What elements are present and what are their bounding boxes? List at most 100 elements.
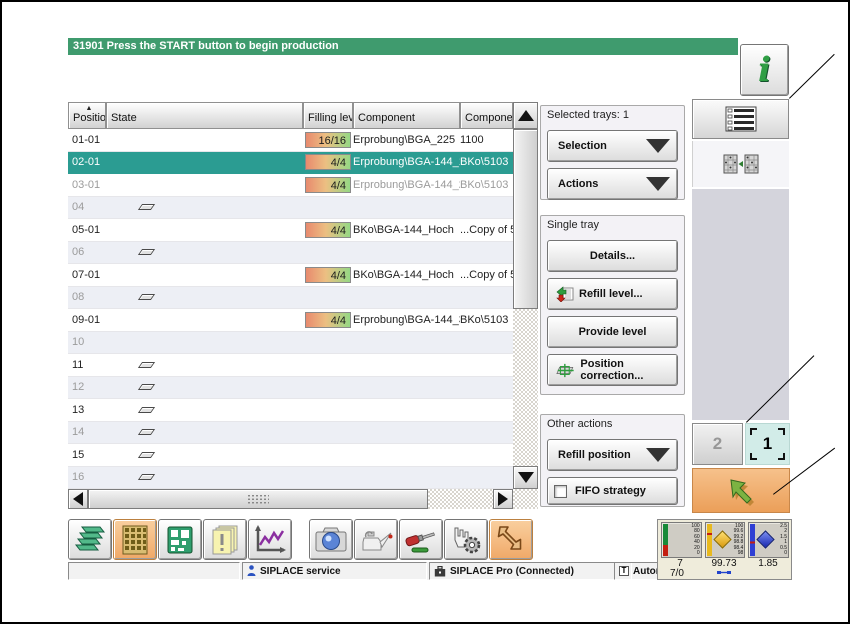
chevron-down-icon [646, 139, 670, 153]
position-correction-button[interactable]: Position correction... [547, 354, 678, 386]
table-row[interactable]: 16 [68, 466, 513, 489]
focus-corner-icon [778, 453, 785, 460]
state-cell [106, 264, 303, 286]
filling-level-badge: 4/4 [305, 154, 351, 171]
horizontal-scrollbar-track[interactable] [428, 489, 493, 509]
component2-cell [460, 197, 513, 219]
actions-dropdown[interactable]: Actions [547, 168, 678, 200]
user-icon [247, 565, 256, 576]
refill-position-dropdown[interactable]: Refill position [547, 439, 678, 471]
column-header-state[interactable]: State [106, 102, 303, 129]
table-row[interactable]: 04 [68, 196, 513, 219]
table-row[interactable]: 08 [68, 286, 513, 309]
table-row[interactable]: 11 [68, 354, 513, 377]
fifo-strategy-toggle[interactable]: FIFO strategy [547, 477, 678, 505]
fifo-checkbox[interactable] [554, 484, 567, 498]
toolbar-tools-button[interactable] [399, 519, 443, 560]
gauge-value-3: 1.85 [758, 558, 778, 569]
column-header-filling-level[interactable]: Filling level [303, 102, 353, 129]
state-cell [106, 174, 303, 196]
scroll-up-button[interactable] [513, 102, 538, 129]
toolbar-maintenance-button[interactable] [354, 519, 398, 560]
toolbar-setup-button[interactable] [489, 519, 533, 560]
position-cell: 11 [72, 358, 84, 371]
empty-tray-icon [137, 204, 156, 211]
tray-grid-icon [122, 525, 148, 554]
tab-grid-view[interactable] [692, 141, 789, 187]
table-row[interactable]: 15 [68, 444, 513, 467]
toolbar-tray-grid-button[interactable] [113, 519, 157, 560]
component2-cell [460, 422, 513, 444]
vertical-scrollbar-track[interactable] [513, 309, 538, 466]
setup-wrench-icon [497, 525, 522, 550]
toolbar-tray-stack-button[interactable] [68, 519, 112, 560]
other-actions-group: Other actions Refill position FIFO strat… [540, 414, 685, 507]
table-row[interactable]: 12 [68, 376, 513, 399]
back-button[interactable] [692, 468, 790, 513]
details-button[interactable]: Details... [547, 240, 678, 272]
tab-list-view[interactable] [692, 99, 789, 139]
position-cell: 07-01 [72, 268, 101, 281]
filling-level-badge: 16/16 [305, 131, 351, 148]
toolbar-pcb-button[interactable] [158, 519, 202, 560]
column-header-component[interactable]: Component [353, 102, 460, 129]
toolbar-camera-button[interactable] [309, 519, 353, 560]
table-row[interactable]: 01-01 16/16 Erprobung\BGA_225 1100 [68, 129, 513, 152]
scroll-down-button[interactable] [513, 466, 538, 489]
state-cell [106, 354, 303, 376]
refill-level-button[interactable]: Refill level... [547, 278, 678, 310]
scroll-left-button[interactable] [68, 489, 88, 509]
table-row[interactable]: 10 [68, 331, 513, 354]
filling-level-cell: 4/4 [303, 219, 353, 241]
component2-cell [460, 399, 513, 421]
component-cell [353, 467, 460, 489]
column-header-position[interactable]: ▲ Position [68, 102, 106, 129]
table-row[interactable]: 06 [68, 241, 513, 264]
component-cell: Erprobung\BGA-144_3 [353, 313, 460, 326]
selection-group: Selected trays: 1 Selection Actions [540, 105, 685, 200]
pcb-icon [167, 526, 193, 553]
table-row[interactable]: 13 [68, 399, 513, 422]
empty-tray-icon [137, 474, 156, 481]
table-row[interactable]: 09-01 4/4 Erprobung\BGA-144_3 BKo\5103 [68, 309, 513, 332]
tray-table: ▲ Position State Filling level Component… [68, 102, 538, 509]
component-cell [353, 242, 460, 264]
table-row[interactable]: 03-01 4/4 Erprobung\BGA-144_2 BKo\5103 [68, 174, 513, 197]
toolbar-statistics-button[interactable] [248, 519, 292, 560]
column-header-component2[interactable]: Component [460, 102, 513, 129]
table-row[interactable]: 05-01 4/4BKo\BGA-144_Hoch ...Copy of 51 [68, 219, 513, 242]
filling-level-cell: 4/4 [303, 174, 353, 196]
vertical-scrollbar-thumb[interactable] [513, 129, 538, 309]
filling-level-cell [303, 422, 353, 444]
table-row[interactable]: 14 [68, 421, 513, 444]
component-cell [353, 444, 460, 466]
toolbar-manual-operation-button[interactable] [444, 519, 488, 560]
component2-cell [460, 467, 513, 489]
scroll-right-button[interactable] [493, 489, 513, 509]
toolbar-error-report-button[interactable] [203, 519, 247, 560]
table-row[interactable]: 02-01 4/4 Erprobung\BGA-144_1 BKo\5103 [68, 151, 513, 174]
gauge-rate: 100 99.6 99.2 98.8 98.4 98 [704, 522, 746, 558]
arrow-left-icon [73, 492, 83, 506]
position-cell: 03-01 [72, 178, 101, 191]
filling-level-cell: 4/4 [303, 152, 353, 174]
tab-table-1[interactable]: 1 [745, 423, 790, 465]
component-cell [353, 287, 460, 309]
provide-level-button[interactable]: Provide level [547, 316, 678, 348]
hand-gear-icon [454, 527, 481, 553]
error-report-icon [212, 525, 238, 554]
horizontal-scrollbar-thumb[interactable] [88, 489, 428, 509]
camera-icon [315, 527, 347, 551]
tab-table-2[interactable]: 2 [692, 423, 743, 465]
info-button[interactable]: i [740, 44, 789, 96]
table-row[interactable]: 07-01 4/4BKo\BGA-144_Hoch ...Copy of 51 [68, 264, 513, 287]
filling-level-cell [303, 332, 353, 354]
performance-gauges: 100 80 60 40 20 0 100 99.6 99.2 98.8 98.4 98 2.5 2 1… [657, 519, 792, 580]
position-cell: 01-01 [72, 133, 101, 146]
selection-dropdown[interactable]: Selection [547, 130, 678, 162]
component-cell [353, 197, 460, 219]
filling-level-cell: 4/4 [303, 264, 353, 286]
filling-level-cell [303, 467, 353, 489]
filling-level-cell [303, 444, 353, 466]
component2-cell [460, 354, 513, 376]
